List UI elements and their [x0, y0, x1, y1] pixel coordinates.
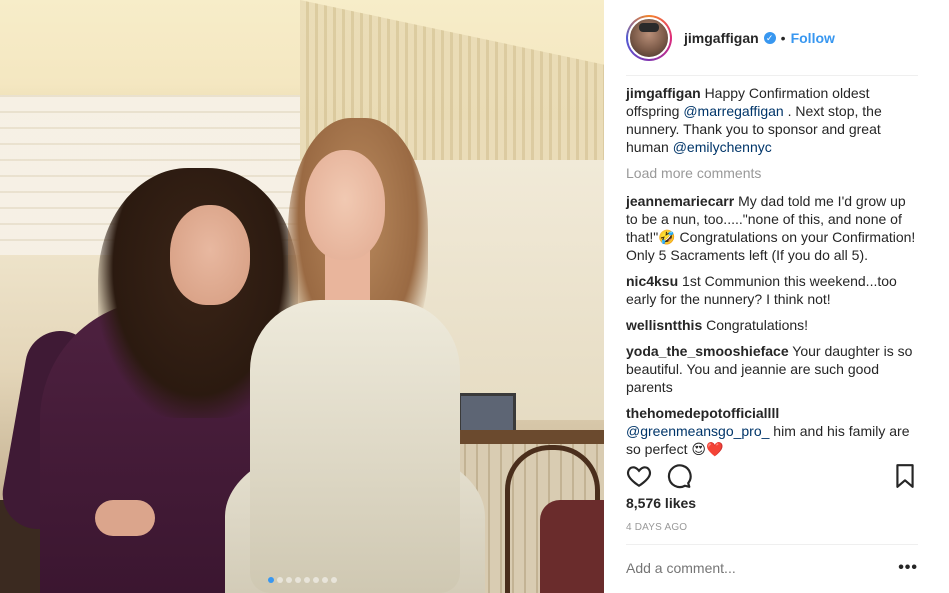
- carousel-dot: [330, 577, 337, 583]
- comment-bubble-icon[interactable]: [666, 463, 692, 489]
- bookmark-icon[interactable]: [892, 463, 918, 489]
- carousel-dot: [303, 577, 310, 583]
- comment-item: wellisntthis Congratulations!: [626, 316, 918, 334]
- author-username[interactable]: jimgaffigan: [684, 30, 759, 46]
- heart-icon[interactable]: [626, 463, 652, 489]
- comment-username[interactable]: jeannemariecarr: [626, 193, 734, 209]
- comment-username[interactable]: thehomedepotofficiallll: [626, 405, 779, 421]
- likes-count[interactable]: 8,576 likes: [626, 495, 696, 511]
- caption-username[interactable]: jimgaffigan: [626, 85, 701, 101]
- caption-mention[interactable]: @emilychennyc: [673, 139, 772, 155]
- photo-girl-dress: [250, 300, 460, 593]
- comment-text: Congratulations!: [706, 317, 809, 333]
- post-header: jimgaffigan ✓ • Follow: [626, 0, 918, 76]
- post-photo[interactable]: [0, 0, 604, 593]
- carousel-dot: [321, 577, 328, 583]
- comment-item: thehomedepotofficiallll @greenmeansgo_pr…: [626, 404, 918, 458]
- comment-item: nic4ksu 1st Communion this weekend...too…: [626, 272, 918, 308]
- comment-username[interactable]: nic4ksu: [626, 273, 678, 289]
- verified-badge-icon: ✓: [763, 31, 776, 44]
- carousel-dot: [267, 577, 274, 583]
- comment-mention[interactable]: @greenmeansgo_pro_: [626, 423, 769, 439]
- add-comment-input[interactable]: [626, 560, 876, 576]
- comment-item: yoda_the_smooshieface Your daughter is s…: [626, 342, 918, 396]
- more-options-icon[interactable]: •••: [898, 559, 918, 577]
- add-comment-section: •••: [626, 544, 918, 593]
- follow-button[interactable]: Follow: [791, 30, 835, 46]
- photo-woman-hand: [95, 500, 155, 536]
- avatar[interactable]: [628, 16, 670, 59]
- carousel-indicator: [0, 577, 604, 583]
- photo-girl-face: [305, 150, 385, 260]
- photo-wall-picture: [458, 393, 516, 433]
- post-timestamp[interactable]: 4 DAYS AGO: [626, 522, 687, 533]
- caption: jimgaffigan Happy Confirmation oldest of…: [626, 84, 918, 156]
- carousel-dot: [285, 577, 292, 583]
- carousel-dot: [294, 577, 301, 583]
- comment-username[interactable]: wellisntthis: [626, 317, 702, 333]
- avatar-story-ring[interactable]: [626, 14, 672, 61]
- instagram-post: jimgaffigan ✓ • Follow jimgaffigan Happy…: [0, 0, 949, 593]
- comment-item: jeannemariecarr My dad told me I'd grow …: [626, 192, 918, 264]
- load-more-comments-button[interactable]: Load more comments: [626, 164, 918, 182]
- comment-username[interactable]: yoda_the_smooshieface: [626, 343, 789, 359]
- action-bar: [626, 460, 918, 492]
- comments-list: jimgaffigan Happy Confirmation oldest of…: [626, 84, 918, 466]
- carousel-dot: [276, 577, 283, 583]
- caption-mention[interactable]: @marregaffigan: [683, 103, 783, 119]
- photo-woman-face: [170, 205, 250, 305]
- carousel-dot: [312, 577, 319, 583]
- post-side-panel: jimgaffigan ✓ • Follow jimgaffigan Happy…: [604, 0, 949, 593]
- header-separator: •: [780, 29, 786, 46]
